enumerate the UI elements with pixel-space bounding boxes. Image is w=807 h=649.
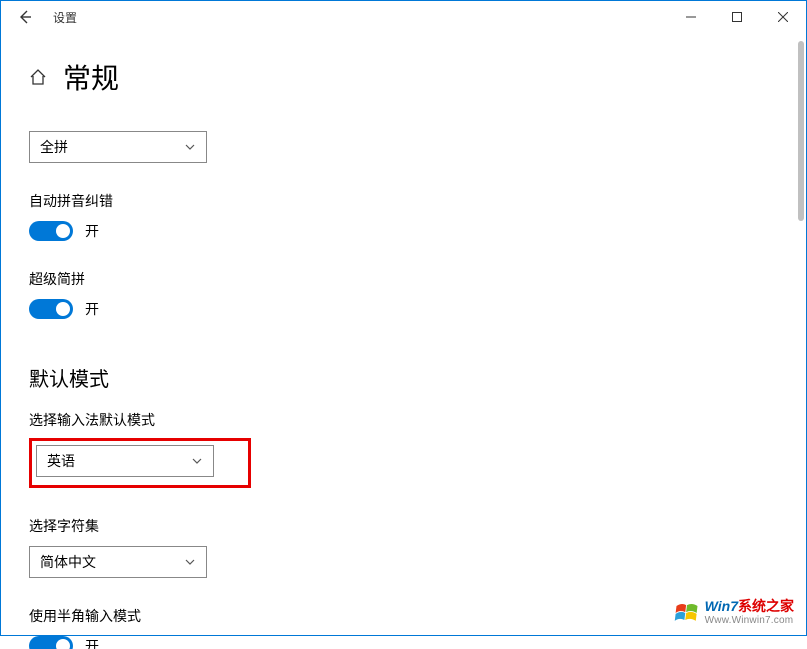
- pinyin-type-value: 全拼: [40, 137, 68, 157]
- watermark-brand: Win7系统之家: [705, 598, 794, 615]
- auto-correct-state: 开: [85, 221, 99, 241]
- close-button[interactable]: [760, 1, 806, 33]
- chevron-down-icon: [191, 455, 203, 467]
- maximize-icon: [732, 12, 742, 22]
- home-icon[interactable]: [29, 68, 47, 86]
- titlebar: 设置: [1, 1, 806, 33]
- charset-value: 简体中文: [40, 552, 96, 572]
- pinyin-type-dropdown[interactable]: 全拼: [29, 131, 207, 163]
- charset-dropdown[interactable]: 简体中文: [29, 546, 207, 578]
- close-icon: [778, 12, 788, 22]
- auto-correct-toggle[interactable]: [29, 221, 73, 241]
- arrow-left-icon: [17, 9, 33, 25]
- input-mode-value: 英语: [47, 451, 75, 471]
- page-header: 常规: [1, 33, 806, 109]
- highlight-annotation: 英语: [29, 438, 251, 488]
- auto-correct-label: 自动拼音纠错: [29, 191, 778, 211]
- back-button[interactable]: [9, 1, 41, 33]
- page-title: 常规: [63, 57, 119, 97]
- super-jianpin-toggle[interactable]: [29, 299, 73, 319]
- watermark-url: Www.Winwin7.com: [705, 615, 794, 627]
- input-mode-label: 选择输入法默认模式: [29, 410, 778, 430]
- halfwidth-label: 使用半角输入模式: [29, 606, 778, 626]
- content-area: 选择拼音设置 全拼 自动拼音纠错 开 超级简拼 开 默认模式 选择输入法默认模式…: [1, 109, 806, 649]
- chevron-down-icon: [184, 141, 196, 153]
- window-controls: [668, 1, 806, 33]
- minimize-icon: [686, 12, 696, 22]
- super-jianpin-label: 超级简拼: [29, 269, 778, 289]
- default-mode-section-title: 默认模式: [29, 363, 778, 392]
- maximize-button[interactable]: [714, 1, 760, 33]
- charset-label: 选择字符集: [29, 516, 778, 536]
- windows-logo-icon: [673, 599, 701, 627]
- window-title: 设置: [53, 9, 77, 26]
- input-mode-dropdown[interactable]: 英语: [36, 445, 214, 477]
- chevron-down-icon: [184, 556, 196, 568]
- watermark: Win7系统之家 Www.Winwin7.com: [669, 596, 798, 629]
- halfwidth-state: 开: [85, 636, 99, 649]
- halfwidth-toggle[interactable]: [29, 636, 73, 649]
- pinyin-setting-label-truncated: 选择拼音设置: [29, 111, 778, 121]
- minimize-button[interactable]: [668, 1, 714, 33]
- scrollbar-thumb[interactable]: [798, 41, 804, 221]
- super-jianpin-state: 开: [85, 299, 99, 319]
